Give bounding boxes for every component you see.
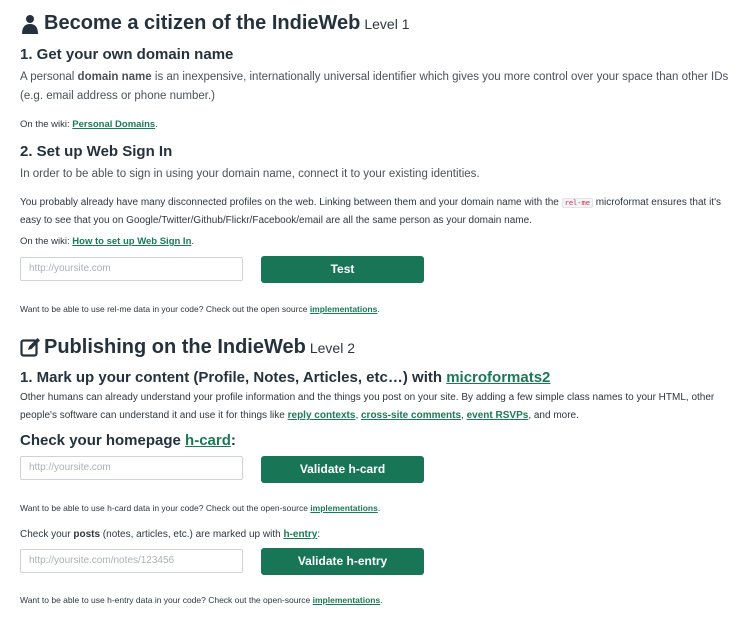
hentry-label: Check your posts (notes, articles, etc.)… <box>20 529 320 540</box>
step2-body-text: You probably already have many disconnec… <box>20 197 562 208</box>
hentry-label-suffix: : <box>317 529 321 540</box>
level1-level: Level 1 <box>364 16 410 32</box>
wiki-prefix: On the wiki: <box>20 119 73 130</box>
relme-code: rel-me <box>561 198 593 208</box>
validate-hentry-button[interactable]: Validate h-entry <box>261 548 424 575</box>
level2-level: Level 2 <box>309 340 356 356</box>
level2-title: Publishing on the IndieWeb <box>44 336 306 358</box>
level2-heading: Publishing on the IndieWeb Level 2 <box>20 336 355 359</box>
mf2-body-rest: , and more. <box>528 410 579 421</box>
reply-contexts-link[interactable]: reply contexts <box>288 410 356 421</box>
note-suffix: . <box>377 503 381 513</box>
note-suffix: . <box>380 595 383 605</box>
level1-heading: Become a citizen of the IndieWeb Level 1 <box>20 12 410 35</box>
step1-heading: 1. Get your own domain name <box>20 46 234 63</box>
hentry-label-text: Check your <box>20 529 74 540</box>
cross-site-comments-link[interactable]: cross-site comments <box>361 410 461 421</box>
hentry-input[interactable]: http://yoursite.com/notes/123456 <box>20 549 243 573</box>
hcard-note: Want to be able to use h-card data in yo… <box>20 503 380 513</box>
mf2-heading-text: 1. Mark up your content (Profile, Notes,… <box>20 369 447 386</box>
mf2-heading: 1. Mark up your content (Profile, Notes,… <box>20 369 550 386</box>
level1-title: Become a citizen of the IndieWeb <box>44 12 361 34</box>
wiki-suffix: . <box>155 119 158 130</box>
web-sign-in-link[interactable]: How to set up Web Sign In <box>72 236 191 247</box>
mf2-body: Other humans can already understand your… <box>20 389 732 425</box>
hentry-note: Want to be able to use h-entry data in y… <box>20 595 383 605</box>
personal-domains-link[interactable]: Personal Domains <box>72 119 155 130</box>
step1-lead-bold: domain name <box>77 71 152 83</box>
domain-input[interactable]: http://yoursite.com <box>20 257 243 281</box>
note-text: Want to be able to use h-card data in yo… <box>20 503 311 513</box>
event-rsvps-link[interactable]: event RSVPs <box>467 410 529 421</box>
microformats2-link[interactable]: microformats2 <box>446 369 550 386</box>
hcard-heading: Check your homepage h-card: <box>20 432 236 449</box>
note-text: Want to be able to use rel-me data in yo… <box>20 304 310 314</box>
h-card-link[interactable]: h-card <box>185 432 231 449</box>
person-icon <box>20 14 40 34</box>
hcard-heading-text: Check your homepage <box>20 432 186 449</box>
relme-note: Want to be able to use rel-me data in yo… <box>20 304 380 314</box>
hcard-heading-suffix: : <box>230 432 236 449</box>
note-text: Want to be able to use h-entry data in y… <box>20 595 313 605</box>
hentry-label-bold: posts <box>73 529 101 540</box>
hentry-implementations-link[interactable]: implementations <box>313 595 381 605</box>
hentry-label-mid: (notes, articles, etc.) are marked up wi… <box>100 529 284 540</box>
relme-implementations-link[interactable]: implementations <box>310 304 378 314</box>
wiki-prefix: On the wiki: <box>20 236 73 247</box>
step2-wiki: On the wiki: How to set up Web Sign In. <box>20 236 194 247</box>
wiki-suffix: . <box>191 236 195 247</box>
note-suffix: . <box>377 304 380 314</box>
step2-lead: In order to be able to sign in using you… <box>20 168 480 180</box>
test-button[interactable]: Test <box>261 256 424 283</box>
step1-lead-text: A personal <box>20 71 78 83</box>
hcard-input[interactable]: http://yoursite.com <box>20 456 243 480</box>
validate-hcard-button[interactable]: Validate h-card <box>261 456 424 483</box>
step2-heading: 2. Set up Web Sign In <box>20 143 173 160</box>
step2-body: You probably already have many disconnec… <box>20 194 732 230</box>
step1-lead: A personal domain name is an inexpensive… <box>20 68 732 106</box>
edit-icon <box>20 337 41 358</box>
step1-wiki: On the wiki: Personal Domains. <box>20 119 158 130</box>
hcard-implementations-link[interactable]: implementations <box>310 503 378 513</box>
h-entry-link[interactable]: h-entry <box>283 529 317 540</box>
